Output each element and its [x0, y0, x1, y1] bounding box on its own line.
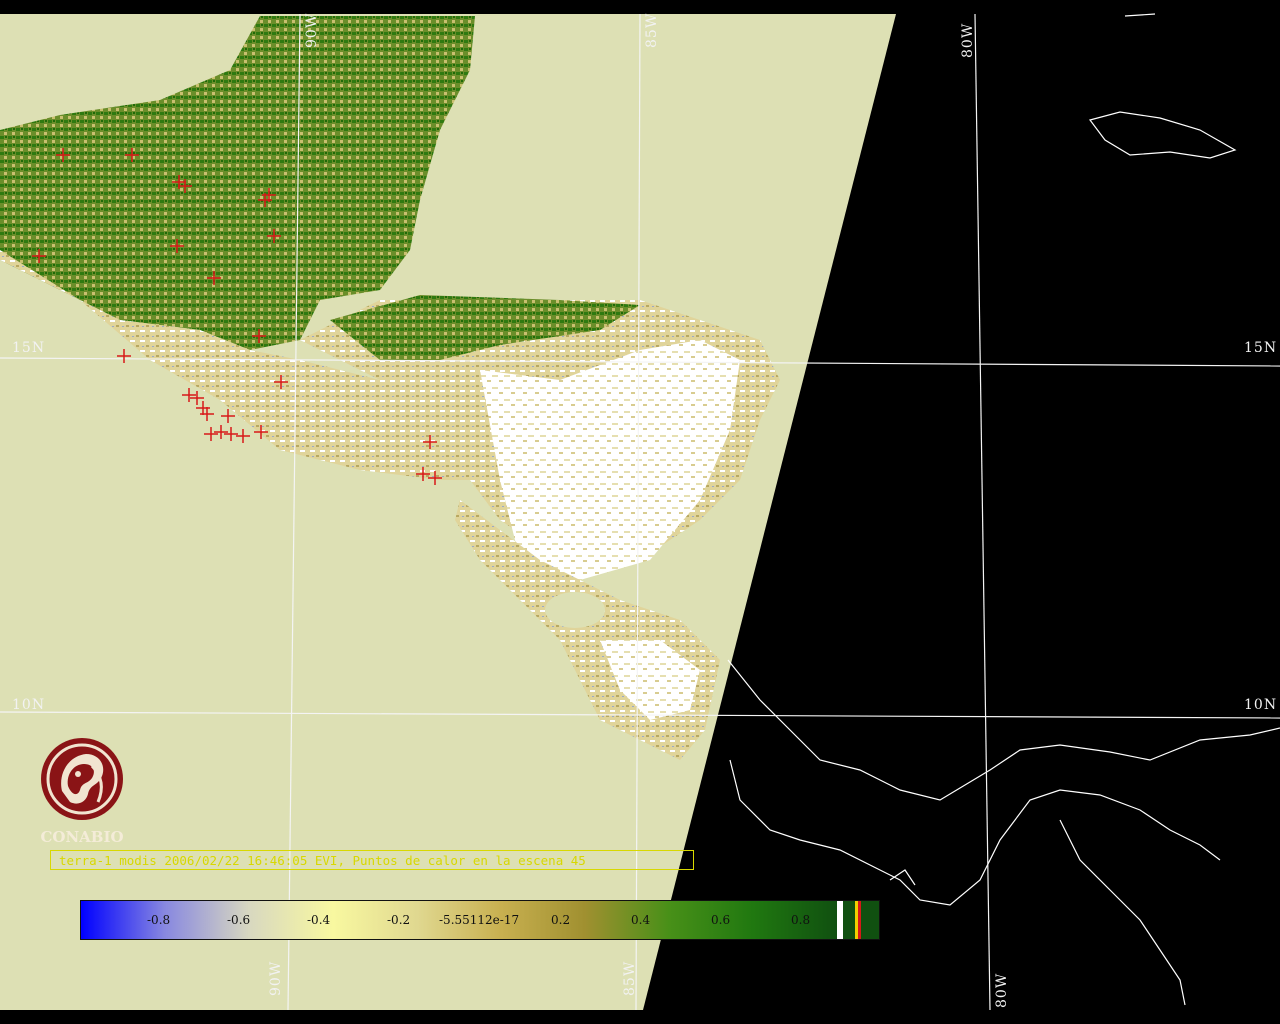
colorbar-tick-label: 0.4 — [631, 913, 651, 927]
grid-label-10n-left: 10N — [12, 697, 46, 713]
grid-label-10n-right: 10N — [1244, 697, 1278, 713]
grid-label-80w-bottom: 80W — [994, 972, 1010, 1008]
grid-label-85w-top: 85W — [644, 12, 660, 48]
evi-colorbar: -0.8 -0.6 -0.4 -0.2 -5.55112e-17 0.2 0.4 0.6 0.8 — [80, 900, 880, 940]
grid-label-15n-left: 15N — [12, 340, 46, 356]
colorbar-tick-label: -0.4 — [307, 913, 331, 927]
lake-nicaragua — [545, 592, 605, 628]
colorbar-tick-label: 0.6 — [711, 913, 731, 927]
colorbar-flag-green — [843, 901, 855, 939]
conabio-logo-icon — [41, 738, 123, 820]
conabio-wordmark: CONABIO — [40, 828, 124, 846]
scene-caption: terra-1 modis 2006/02/22 16:46:05 EVI, P… — [50, 850, 694, 870]
grid-label-85w-bottom: 85W — [622, 960, 638, 996]
grid-label-15n-right: 15N — [1244, 340, 1278, 356]
colorbar-tick-label: -0.2 — [387, 913, 411, 927]
grid-label-80w-top: 80W — [960, 22, 976, 58]
grid-label-90w-top: 90W — [304, 12, 320, 48]
colorbar-tick-label: -0.8 — [147, 913, 171, 927]
colorbar-tick-label: -0.6 — [227, 913, 251, 927]
colorbar-tick-label: 0.2 — [551, 913, 571, 927]
grid-label-90w-bottom: 90W — [268, 960, 284, 996]
evi-satellite-map — [0, 0, 1280, 1024]
colorbar-tick-label: -5.55112e-17 — [439, 913, 520, 927]
colorbar-flag-end — [861, 901, 879, 939]
conabio-logo: CONABIO — [36, 736, 128, 846]
colorbar-tick-label: 0.8 — [791, 913, 811, 927]
